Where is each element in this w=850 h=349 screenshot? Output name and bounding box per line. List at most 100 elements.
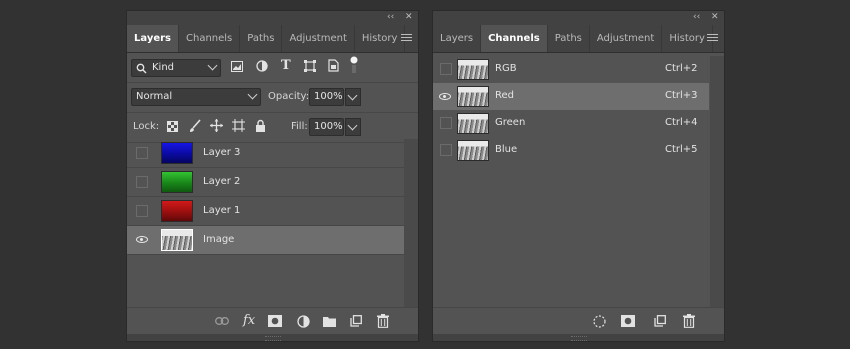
link-icon[interactable] <box>215 317 229 325</box>
tab-adjustment[interactable]: Adjustment <box>590 25 663 52</box>
eye-icon[interactable] <box>439 93 451 100</box>
layers-footer: fx <box>127 307 418 336</box>
layer-thumbnail <box>161 171 193 193</box>
channel-shortcut: Ctrl+2 <box>665 63 698 74</box>
tab-history[interactable]: History <box>662 25 713 52</box>
tab-adjustment[interactable]: Adjustment <box>282 25 355 52</box>
layer-name[interactable]: Layer 1 <box>203 205 240 216</box>
new-channel-icon[interactable] <box>654 315 666 327</box>
layer-row-layer-2[interactable]: Layer 2 <box>127 168 405 197</box>
pixel-filter-icon[interactable] <box>231 61 243 72</box>
layer-thumbnail <box>161 142 193 164</box>
opacity-input[interactable]: 100% <box>309 88 344 106</box>
collapse-icon[interactable]: ‹‹ <box>387 11 394 23</box>
tab-layers[interactable]: Layers <box>127 25 179 52</box>
fx-icon[interactable]: fx <box>243 313 255 328</box>
lock-artboard-icon[interactable] <box>232 119 245 132</box>
fill-slider-button[interactable] <box>345 118 361 136</box>
tab-paths[interactable]: Paths <box>548 25 590 52</box>
visibility-toggle[interactable] <box>136 205 148 217</box>
filter-kind-select[interactable]: Kind <box>131 59 221 77</box>
panel-topbar: ‹‹ ✕ <box>127 11 418 23</box>
visibility-toggle[interactable] <box>440 144 452 156</box>
blend-row: Normal Opacity: 100% <box>127 83 418 113</box>
layer-row-layer-3[interactable]: Layer 3 <box>127 139 405 168</box>
channels-footer <box>433 307 724 336</box>
filter-kind-label: Kind <box>152 62 175 73</box>
visibility-toggle[interactable] <box>440 63 452 75</box>
channel-thumbnail <box>457 140 489 161</box>
channel-shortcut: Ctrl+4 <box>665 117 698 128</box>
opacity-label: Opacity: <box>268 91 310 102</box>
tab-channels[interactable]: Channels <box>481 25 548 52</box>
trash-icon[interactable] <box>377 314 389 328</box>
tab-history[interactable]: History <box>355 25 406 52</box>
visibility-toggle[interactable] <box>440 117 452 129</box>
panel-topbar: ‹‹ ✕ <box>433 11 724 23</box>
channel-row-rgb[interactable]: RGB Ctrl+2 <box>433 56 709 83</box>
panel-menu-icon[interactable] <box>707 32 718 43</box>
layers-panel-tabs: Layers Channels Paths Adjustment History <box>127 23 418 53</box>
layers-list: Layer 3 Layer 2 Layer 1 Image <box>127 139 418 309</box>
lock-transparent-icon[interactable] <box>167 121 178 132</box>
channel-row-red[interactable]: Red Ctrl+3 <box>433 83 709 110</box>
layers-panel: ‹‹ ✕ Layers Channels Paths Adjustment Hi… <box>126 10 419 342</box>
folder-icon[interactable] <box>323 316 336 327</box>
new-layer-icon[interactable] <box>350 315 362 327</box>
channel-shortcut: Ctrl+5 <box>665 144 698 155</box>
tab-channels[interactable]: Channels <box>179 25 241 52</box>
layer-name[interactable]: Layer 2 <box>203 176 240 187</box>
channel-row-blue[interactable]: Blue Ctrl+5 <box>433 137 709 164</box>
lock-label: Lock: <box>133 121 160 132</box>
tab-layers[interactable]: Layers <box>433 25 482 52</box>
channel-name[interactable]: RGB <box>495 63 517 74</box>
type-filter-icon[interactable]: T <box>281 58 291 73</box>
search-icon <box>136 63 147 74</box>
layer-name[interactable]: Layer 3 <box>203 147 240 158</box>
channels-panel: ‹‹ ✕ Layers Channels Paths Adjustment Hi… <box>432 10 725 342</box>
filter-toggle-icon[interactable] <box>350 56 358 74</box>
selection-icon[interactable] <box>593 315 606 328</box>
layer-thumbnail <box>161 200 193 222</box>
mask-icon[interactable] <box>621 315 635 327</box>
channel-thumbnail <box>457 86 489 107</box>
layer-name[interactable]: Image <box>203 234 234 245</box>
channels-scrollbar[interactable] <box>710 56 724 309</box>
panel-menu-icon[interactable] <box>401 32 412 43</box>
channel-thumbnail <box>457 113 489 134</box>
close-icon[interactable]: ✕ <box>711 11 719 23</box>
smart-object-filter-icon[interactable] <box>328 59 339 72</box>
channel-shortcut: Ctrl+3 <box>665 90 698 101</box>
channel-name[interactable]: Green <box>495 117 525 128</box>
channel-row-green[interactable]: Green Ctrl+4 <box>433 110 709 137</box>
layer-row-image[interactable]: Image <box>127 226 405 255</box>
channel-name[interactable]: Blue <box>495 144 517 155</box>
channel-name[interactable]: Red <box>495 90 514 101</box>
visibility-toggle[interactable] <box>136 176 148 188</box>
adjustment-icon[interactable] <box>297 315 310 328</box>
opacity-value: 100% <box>314 91 343 102</box>
layer-row-layer-1[interactable]: Layer 1 <box>127 197 405 226</box>
panel-resize-grip[interactable] <box>433 334 724 341</box>
fill-input[interactable]: 100% <box>309 118 344 136</box>
lock-move-icon[interactable] <box>210 119 223 132</box>
shape-filter-icon[interactable] <box>304 60 316 72</box>
fill-value: 100% <box>314 121 343 132</box>
close-icon[interactable]: ✕ <box>405 11 413 23</box>
visibility-toggle[interactable] <box>136 147 148 159</box>
eye-icon[interactable] <box>136 236 148 243</box>
trash-icon[interactable] <box>683 314 695 328</box>
collapse-icon[interactable]: ‹‹ <box>693 11 700 23</box>
blend-mode-value: Normal <box>136 91 173 102</box>
lock-brush-icon[interactable] <box>189 119 201 133</box>
panel-resize-grip[interactable] <box>127 334 418 341</box>
fill-label: Fill: <box>291 121 308 132</box>
blend-mode-select[interactable]: Normal <box>131 88 261 106</box>
tab-paths[interactable]: Paths <box>240 25 283 52</box>
layers-scrollbar[interactable] <box>404 139 418 309</box>
lock-all-icon[interactable] <box>255 119 266 132</box>
channels-panel-tabs: Layers Channels Paths Adjustment History <box>433 23 724 53</box>
adjustment-filter-icon[interactable] <box>256 60 268 72</box>
mask-icon[interactable] <box>268 315 282 327</box>
opacity-slider-button[interactable] <box>345 88 361 106</box>
